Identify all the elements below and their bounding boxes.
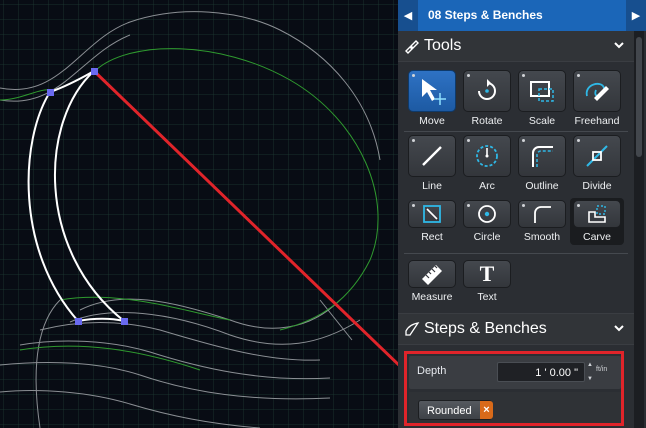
panel-title: 08 Steps & Benches <box>428 8 543 22</box>
circle-button[interactable] <box>463 200 511 228</box>
highlight-box <box>404 351 624 426</box>
tool-freehand[interactable]: Freehand <box>570 70 624 127</box>
freehand-button[interactable] <box>573 70 621 112</box>
rect-button[interactable] <box>408 200 456 228</box>
move-icon <box>422 79 446 105</box>
tool-move[interactable]: Move <box>405 70 459 127</box>
scale-button[interactable] <box>518 70 566 112</box>
tool-label: Measure <box>411 291 453 303</box>
tool-label: Rotate <box>471 115 503 127</box>
smooth-icon <box>534 206 551 223</box>
tools-section-title: Tools <box>424 37 462 54</box>
tool-label: Divide <box>582 180 612 192</box>
tool-label: Text <box>477 291 497 303</box>
tool-circle[interactable]: Circle <box>460 200 514 243</box>
rect-icon <box>423 205 441 223</box>
measure-button[interactable] <box>408 260 456 288</box>
scrollbar-thumb[interactable] <box>636 37 642 157</box>
tool-divide[interactable]: Divide <box>570 135 624 192</box>
tool-label: Carve <box>582 231 611 243</box>
tool-label: Smooth <box>523 231 561 243</box>
tool-line[interactable]: Line <box>405 135 459 192</box>
arc-icon <box>476 145 498 167</box>
steps-section-title: Steps & Benches <box>424 320 547 337</box>
tools-section-header[interactable]: Tools <box>398 31 634 62</box>
circle-icon <box>478 205 496 223</box>
panel-header: ◀ 08 Steps & Benches ▶ <box>398 0 646 31</box>
rotate-button[interactable] <box>463 70 511 112</box>
steps-section-header[interactable]: Steps & Benches <box>398 313 634 345</box>
tool-label: Circle <box>473 231 501 243</box>
freehand-icon <box>585 82 609 101</box>
arc-button[interactable] <box>463 135 511 177</box>
previous-arrow-icon[interactable]: ◀ <box>398 0 418 31</box>
tool-label: Move <box>419 115 445 127</box>
tool-carve[interactable]: Carve <box>570 198 624 245</box>
rotate-icon <box>478 79 496 100</box>
tool-arc[interactable]: Arc <box>460 135 514 192</box>
edit-tools-icon <box>405 40 419 54</box>
ruler-icon <box>422 265 442 285</box>
tool-label: Line <box>422 180 442 192</box>
carve-button[interactable] <box>573 200 621 228</box>
scale-icon <box>530 81 554 102</box>
line-icon <box>422 146 442 166</box>
text-icon: T <box>479 261 495 286</box>
collapse-chevron-icon[interactable] <box>614 325 624 332</box>
tool-smooth[interactable]: Smooth <box>515 200 569 243</box>
move-button[interactable] <box>408 70 456 112</box>
outline-icon <box>532 146 553 167</box>
tool-label: Rect <box>421 231 443 243</box>
next-arrow-icon[interactable]: ▶ <box>626 0 646 31</box>
tool-label: Freehand <box>574 115 620 127</box>
carve-icon <box>588 205 606 223</box>
tool-text[interactable]: T Text <box>460 260 514 303</box>
divide-icon <box>586 145 608 167</box>
panel-scrollbar[interactable] <box>634 31 644 428</box>
line-button[interactable] <box>408 135 456 177</box>
smooth-button[interactable] <box>518 200 566 228</box>
tool-label: Outline <box>525 180 559 192</box>
tool-scale[interactable]: Scale <box>515 70 569 127</box>
tool-outline[interactable]: Outline <box>515 135 569 192</box>
tool-rotate[interactable]: Rotate <box>460 70 514 127</box>
collapse-chevron-icon[interactable] <box>614 42 624 49</box>
tool-measure[interactable]: Measure <box>405 260 459 303</box>
divide-button[interactable] <box>573 135 621 177</box>
tool-label: Arc <box>479 180 495 192</box>
steps-icon <box>405 322 420 336</box>
tool-label: Scale <box>528 115 556 127</box>
text-button[interactable]: T <box>463 260 511 288</box>
tool-rect[interactable]: Rect <box>405 200 459 243</box>
canvas-drawing[interactable] <box>0 0 398 428</box>
outline-button[interactable] <box>518 135 566 177</box>
